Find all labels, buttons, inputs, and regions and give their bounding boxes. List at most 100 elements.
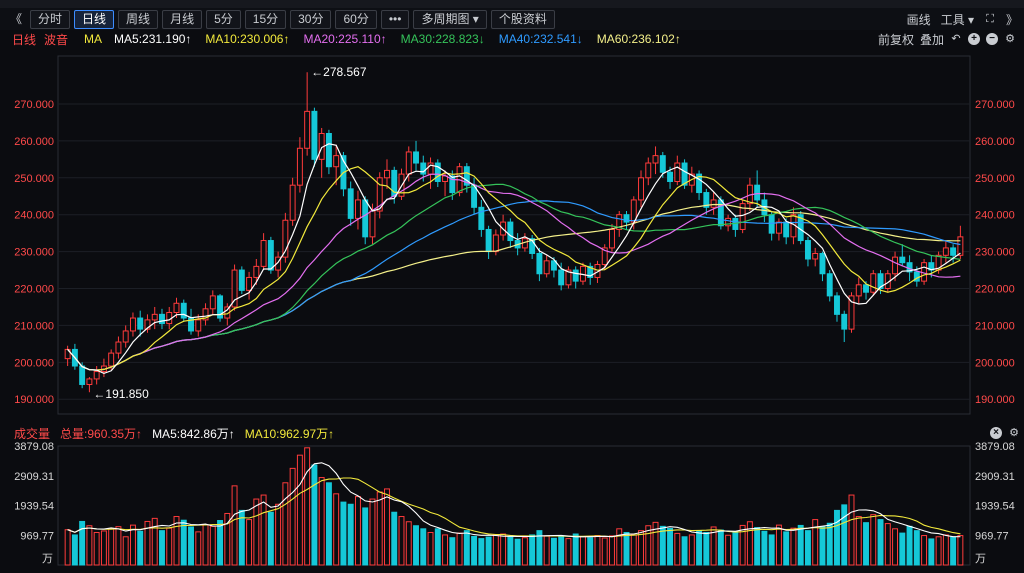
volume-bar-down bbox=[761, 530, 768, 566]
volume-tick-left: 2909.31 bbox=[14, 471, 54, 483]
volume-bar-down bbox=[159, 530, 165, 566]
volume-bar-up bbox=[333, 493, 340, 566]
price-tick-left: 190.000 bbox=[14, 394, 54, 406]
volume-bar-down bbox=[217, 520, 224, 566]
kline-chart[interactable]: 270.000 270.000 260.000 260.000 250.000 250.0… bbox=[0, 0, 1024, 573]
low-annotation: ←191.850 bbox=[93, 387, 149, 401]
price-tick-left: 200.000 bbox=[14, 357, 54, 369]
volume-bar-down bbox=[478, 538, 485, 566]
volume-bar-up bbox=[848, 494, 855, 566]
volume-bar-down bbox=[587, 537, 594, 566]
volume-bar-down bbox=[834, 509, 840, 566]
volume-bar-up bbox=[855, 516, 862, 566]
candle-up bbox=[195, 319, 202, 332]
volume-ma5-line bbox=[67, 462, 961, 538]
volume-bar-up bbox=[616, 528, 623, 566]
candle-up bbox=[246, 276, 253, 291]
volume-bar-up bbox=[942, 534, 949, 566]
candle-up bbox=[609, 228, 615, 249]
candle-up bbox=[543, 260, 550, 275]
volume-bar-up bbox=[645, 525, 652, 566]
volume-bar-up bbox=[246, 519, 253, 566]
volume-bar-up bbox=[427, 531, 434, 566]
candle-up bbox=[122, 330, 129, 343]
candle-up bbox=[674, 162, 681, 182]
price-tick-right: 240.000 bbox=[975, 210, 1015, 222]
volume-tick-left: 3879.08 bbox=[14, 441, 54, 453]
volume-bar-up bbox=[398, 516, 405, 566]
price-tick-left: 250.000 bbox=[14, 173, 54, 185]
candle-up bbox=[957, 236, 964, 256]
volume-bar-up bbox=[100, 530, 107, 566]
volume-bar-up bbox=[594, 535, 601, 566]
volume-bar-up bbox=[209, 525, 216, 566]
volume-bar-up bbox=[884, 523, 891, 566]
volume-bar-down bbox=[347, 503, 354, 566]
volume-bar-up bbox=[921, 535, 928, 566]
volume-bar-down bbox=[819, 526, 826, 566]
volume-bar-down bbox=[267, 511, 274, 566]
volume-bar-up bbox=[870, 514, 877, 566]
volume-bar-down bbox=[863, 522, 869, 566]
candle-up bbox=[638, 177, 644, 201]
volume-bar-up bbox=[122, 536, 129, 566]
volume-ma10-line bbox=[67, 477, 961, 538]
volume-bar-down bbox=[79, 520, 86, 566]
candle-down bbox=[413, 151, 419, 164]
candle-down bbox=[834, 295, 840, 315]
candle-up bbox=[93, 371, 100, 380]
price-tick-left: 270.000 bbox=[14, 99, 54, 111]
volume-bar-up bbox=[289, 467, 296, 566]
volume-bar-up bbox=[151, 517, 158, 566]
candle-up bbox=[492, 234, 499, 253]
volume-bar-down bbox=[463, 530, 470, 566]
candle-down bbox=[362, 199, 369, 238]
volume-bar-up bbox=[384, 488, 390, 566]
volume-bar-up bbox=[115, 526, 122, 566]
volume-bar-down bbox=[325, 482, 332, 566]
volume-bar-down bbox=[413, 525, 419, 566]
volume-bar-down bbox=[471, 535, 478, 566]
price-tick-right: 220.000 bbox=[975, 284, 1015, 296]
volume-bar-up bbox=[376, 491, 383, 566]
price-tick-right: 230.000 bbox=[975, 247, 1015, 259]
price-tick-left: 260.000 bbox=[14, 136, 54, 148]
candle-up bbox=[173, 302, 180, 314]
volume-bar-down bbox=[71, 534, 78, 566]
volume-bar-up bbox=[86, 525, 93, 566]
volume-bar-down bbox=[434, 528, 441, 566]
volume-bar-up bbox=[957, 535, 964, 566]
volume-bar-down bbox=[681, 536, 688, 566]
price-tick-right: 190.000 bbox=[975, 394, 1015, 406]
candle-down bbox=[841, 313, 848, 330]
volume-bar-up bbox=[579, 535, 586, 566]
candle-up bbox=[333, 155, 340, 168]
volume-bar-up bbox=[296, 454, 303, 566]
candle-down bbox=[558, 269, 565, 286]
price-tick-right: 210.000 bbox=[975, 320, 1015, 332]
volume-bar-down bbox=[928, 538, 935, 566]
candle-down bbox=[507, 221, 514, 242]
volume-unit-left: 万 bbox=[42, 553, 53, 565]
candle-up bbox=[369, 210, 376, 238]
price-tick-right: 250.000 bbox=[975, 173, 1015, 185]
volume-tick-right: 969.77 bbox=[975, 530, 1009, 542]
candle-up bbox=[942, 247, 949, 256]
volume-bar-up bbox=[369, 498, 376, 566]
volume-unit-right: 万 bbox=[975, 553, 986, 565]
candle-down bbox=[863, 284, 869, 293]
price-tick-right: 260.000 bbox=[975, 136, 1015, 148]
volume-bar-down bbox=[804, 530, 811, 566]
candle-down bbox=[159, 313, 165, 325]
volume-bar-up bbox=[492, 534, 499, 566]
ma30-line bbox=[67, 183, 961, 371]
volume-bar-down bbox=[485, 536, 492, 566]
volume-bar-down bbox=[667, 527, 674, 566]
ma10-line bbox=[67, 166, 961, 371]
candle-up bbox=[855, 284, 862, 297]
volume-bar-down bbox=[797, 524, 804, 566]
volume-bar-up bbox=[260, 494, 267, 566]
ma40-line bbox=[67, 200, 961, 371]
volume-bar-up bbox=[202, 524, 209, 566]
volume-tick-right: 1939.54 bbox=[975, 501, 1015, 513]
